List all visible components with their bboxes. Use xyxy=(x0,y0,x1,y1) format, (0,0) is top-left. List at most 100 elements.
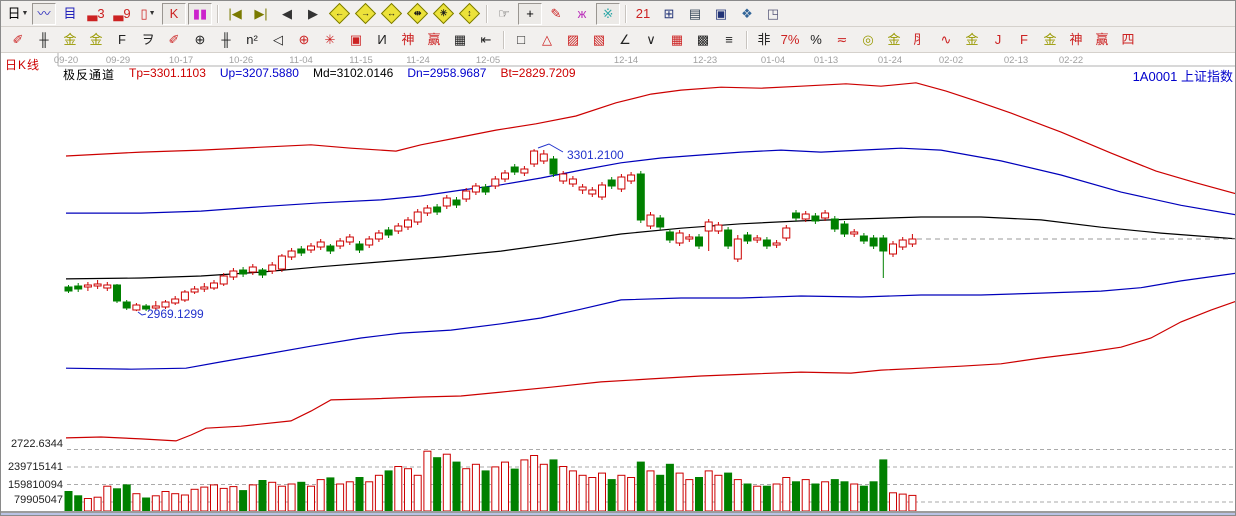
volume-bar[interactable] xyxy=(240,491,247,511)
volume-bar[interactable] xyxy=(802,480,809,511)
candle-body[interactable] xyxy=(65,287,72,291)
volume-bar[interactable] xyxy=(298,482,305,511)
candle-body[interactable] xyxy=(181,292,188,300)
candle-body[interactable] xyxy=(201,287,208,289)
calculator-icon[interactable]: ⊞ xyxy=(657,3,681,25)
volume-bar[interactable] xyxy=(550,460,557,511)
candle-body[interactable] xyxy=(521,169,528,173)
zoom-out-diamond-icon[interactable]: ↔ xyxy=(379,3,403,25)
gold-slash-icon[interactable]: 金 xyxy=(960,29,984,51)
scroll-left-diamond-icon[interactable]: ← xyxy=(327,3,351,25)
shade-box-tool-icon[interactable]: ▨ xyxy=(561,29,585,51)
volume-bar[interactable] xyxy=(696,478,703,512)
volume-bar[interactable] xyxy=(172,494,179,511)
candle-body[interactable] xyxy=(531,151,538,164)
volume-bar[interactable] xyxy=(880,460,887,511)
gold-lines-icon[interactable]: 金 xyxy=(882,29,906,51)
zoom-in-diamond-icon[interactable]: ⇹ xyxy=(405,3,429,25)
notepad-icon[interactable]: ▤ xyxy=(683,3,707,25)
candle-body[interactable] xyxy=(628,175,635,181)
target-tool-icon[interactable]: ⊕ xyxy=(292,29,316,51)
candle-body[interactable] xyxy=(860,236,867,241)
volume-bar[interactable] xyxy=(181,495,188,511)
gold-ruler-1-icon[interactable]: 金 xyxy=(58,29,82,51)
volume-bar[interactable] xyxy=(589,478,596,512)
volume-bar[interactable] xyxy=(65,492,72,512)
volume-bar[interactable] xyxy=(754,486,761,511)
volume-bar[interactable] xyxy=(405,469,412,511)
candle-body[interactable] xyxy=(220,276,227,284)
calendar-icon[interactable]: 21 xyxy=(631,3,655,25)
ying-tool-icon[interactable]: 赢 xyxy=(422,29,446,51)
candle-body[interactable] xyxy=(560,174,567,181)
volume-bar[interactable] xyxy=(133,494,140,511)
pen-tool-2-icon[interactable]: ✐ xyxy=(162,29,186,51)
volume-bar[interactable] xyxy=(211,485,218,511)
crosshair-cursor-icon[interactable]: + xyxy=(518,3,542,25)
candle-body[interactable] xyxy=(802,214,809,219)
gold-circle-icon[interactable]: ◎ xyxy=(856,29,880,51)
candle-body[interactable] xyxy=(133,305,140,310)
candle-body[interactable] xyxy=(589,190,596,194)
volume-bar[interactable] xyxy=(540,464,547,511)
flag-tool-icon[interactable]: ◁ xyxy=(266,29,290,51)
candle-body[interactable] xyxy=(851,232,858,234)
candle-body[interactable] xyxy=(385,230,392,235)
volume-bar[interactable] xyxy=(744,484,751,511)
candle-body[interactable] xyxy=(375,233,382,239)
candle-body[interactable] xyxy=(899,240,906,247)
candle-body[interactable] xyxy=(686,237,693,239)
box-range-tool-icon[interactable]: □ xyxy=(509,29,533,51)
volume-bar[interactable] xyxy=(434,458,441,511)
volume-bar[interactable] xyxy=(870,482,877,511)
candle-body[interactable] xyxy=(405,220,412,227)
volume-bar[interactable] xyxy=(269,482,276,511)
candle-body[interactable] xyxy=(317,242,324,247)
volume-bar[interactable] xyxy=(715,475,722,511)
candle-body[interactable] xyxy=(890,244,897,254)
arrow-lines-icon[interactable]: ∠ xyxy=(613,29,637,51)
volume-bar[interactable] xyxy=(860,486,867,511)
volume-bar[interactable] xyxy=(385,471,392,511)
star-circle-tool-icon[interactable]: ✳ xyxy=(318,29,342,51)
kline-chart-svg[interactable]: 09-2009-2910-1710-2611-0411-1511-2412-05… xyxy=(1,53,1236,511)
n-wave-tool-icon[interactable]: И xyxy=(370,29,394,51)
volume-bar[interactable] xyxy=(230,487,237,511)
volume-bar[interactable] xyxy=(337,484,344,511)
volume-bar[interactable] xyxy=(909,495,916,511)
candle-body[interactable] xyxy=(259,270,266,275)
volume-bar[interactable] xyxy=(579,475,586,511)
volume-bar[interactable] xyxy=(734,480,741,511)
volume-bar[interactable] xyxy=(424,451,431,511)
candle-body[interactable] xyxy=(773,243,780,245)
candle-body[interactable] xyxy=(463,191,470,199)
candle-body[interactable] xyxy=(793,213,800,218)
candle-body[interactable] xyxy=(880,238,887,251)
volume-bar[interactable] xyxy=(191,489,198,511)
candle-body[interactable] xyxy=(366,239,373,245)
candle-body[interactable] xyxy=(618,177,625,189)
volume-bar[interactable] xyxy=(521,460,528,511)
ying-slash-icon[interactable]: 赢 xyxy=(1090,29,1114,51)
volume-bar[interactable] xyxy=(599,473,606,511)
kline-pattern-icon[interactable]: K xyxy=(162,3,186,25)
candle-body[interactable] xyxy=(502,173,509,179)
j-slash-icon[interactable]: J xyxy=(986,29,1010,51)
restore-diamond-icon[interactable]: ✳ xyxy=(431,3,455,25)
volume-bar[interactable] xyxy=(395,467,402,512)
candle-body[interactable] xyxy=(511,167,518,172)
volume-bar[interactable] xyxy=(793,482,800,511)
volume-bar[interactable] xyxy=(628,478,635,512)
candle-body[interactable] xyxy=(453,200,460,205)
candle-style-icon[interactable]: ▯▼ xyxy=(136,3,160,25)
volume-bar[interactable] xyxy=(763,486,770,511)
volume-bar[interactable] xyxy=(890,493,897,511)
ai-analysis-icon[interactable]: ※ xyxy=(596,3,620,25)
candle-body[interactable] xyxy=(715,225,722,231)
volume-bar[interactable] xyxy=(84,499,91,512)
candle-body[interactable] xyxy=(288,251,295,257)
volume-bar[interactable] xyxy=(308,486,315,511)
volume-bar[interactable] xyxy=(288,484,295,511)
candle-body[interactable] xyxy=(298,249,305,253)
volume-bar[interactable] xyxy=(657,475,664,511)
